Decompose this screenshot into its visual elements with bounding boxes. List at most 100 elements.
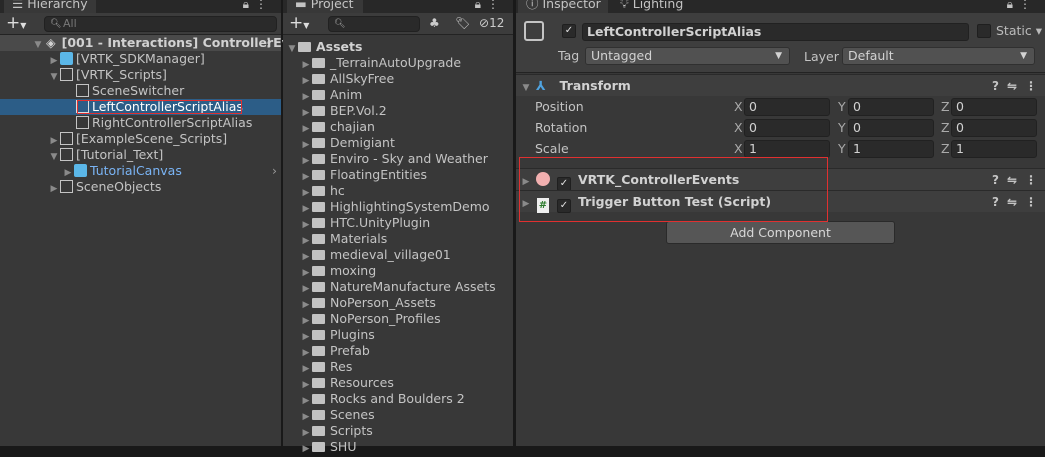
tab-inspector[interactable]: ⓘ Inspector [518,0,608,13]
project-folder[interactable]: ▶ HTC.UnityPlugin [283,215,513,231]
hierarchy-item[interactable]: ▶ SceneObjects [0,179,281,195]
axis-label-z: Z [941,120,950,135]
position-y-input[interactable]: 0 [848,98,934,116]
scale-x-input[interactable]: 1 [744,140,830,158]
layer-dropdown[interactable]: Default ▼ [842,47,1035,65]
active-checkbox[interactable]: ✓ [562,24,576,38]
filter-by-label-icon[interactable]: 🏷︎ [455,16,470,30]
add-component-button[interactable]: Add Component [666,221,895,244]
presets-icon[interactable]: ⇋ [1007,173,1017,187]
project-folder[interactable]: ▶ Materials [283,231,513,247]
folder-icon [312,330,325,340]
gameobject-icon[interactable] [524,21,544,41]
help-icon[interactable]: ? [992,195,999,209]
expand-arrow[interactable]: ▼ [520,77,532,99]
context-menu-icon[interactable]: ⋮ [1025,195,1037,209]
transform-header[interactable]: ▼ ⅄ Transform? ⇋ ⋮ [516,74,1045,96]
project-folder[interactable]: ▶ AllSkyFree [283,71,513,87]
folder-icon [312,154,325,164]
project-folder[interactable]: ▶ NatureManufacture Assets [283,279,513,295]
folder-icon [312,426,325,436]
create-button[interactable]: +▼ [289,13,309,36]
static-dropdown[interactable]: Static ▾ [996,22,1042,40]
project-folder[interactable]: ▶ Resources [283,375,513,391]
axis-label-x: X [734,120,743,135]
rotation-y-input[interactable]: 0 [848,119,934,137]
search-icon: 🔍︎ [50,19,62,29]
hierarchy-search-input[interactable]: 🔍︎ All [44,16,277,32]
lock-menu-icons[interactable]: 🔒︎⋮ [243,0,273,11]
project-folder[interactable]: ▶ Prefab [283,343,513,359]
highlight-box [77,100,242,114]
project-folder[interactable]: ▶ NoPerson_Assets [283,295,513,311]
context-menu-icon[interactable]: ⋮ [1025,173,1037,187]
static-checkbox[interactable] [977,24,991,38]
project-folder[interactable]: ▶ chajian [283,119,513,135]
gameobject-cube-icon [60,132,73,145]
project-folder[interactable]: ▶ Enviro - Sky and Weather [283,151,513,167]
assets-root[interactable]: ▼ Assets [283,39,513,55]
tab-hierarchy[interactable]: ☰ Hierarchy [4,0,96,13]
project-folder[interactable]: ▶ BEP.Vol.2 [283,103,513,119]
folder-icon [312,362,325,372]
context-menu-icon[interactable]: ⋮ [1025,79,1037,93]
project-folder[interactable]: ▶ Anim [283,87,513,103]
folder-icon [312,202,325,212]
scene-menu-icon[interactable]: ⋮ [263,35,276,51]
create-button[interactable]: +▼ [6,13,26,36]
folder-icon [312,58,325,68]
hierarchy-item[interactable]: ▶ TutorialCanvas › [0,163,281,179]
hierarchy-item-selected[interactable]: LeftControllerScriptAlias [0,99,281,115]
search-icon: 🔍︎ [334,19,346,29]
open-prefab-icon[interactable]: › [272,163,277,179]
hierarchy-item[interactable]: ▼ [Tutorial_Text] [0,147,281,163]
rotation-z-input[interactable]: 0 [951,119,1037,137]
project-folder[interactable]: ▶ Rocks and Boulders 2 [283,391,513,407]
presets-icon[interactable]: ⇋ [1007,79,1017,93]
folder-icon [312,122,325,132]
hierarchy-item[interactable]: SceneSwitcher [0,83,281,99]
project-panel: ▬ Project 🔒︎⋮ +▼ 🔍︎ ♣ 🏷︎ ⊘12 ▼ Assets ▶ _T… [283,0,513,454]
expand-arrow[interactable]: ▶ [48,181,60,197]
tag-dropdown[interactable]: Untagged ▼ [585,47,790,65]
axis-label-x: X [734,141,743,156]
project-folder[interactable]: ▶ hc [283,183,513,199]
project-folder[interactable]: ▶ medieval_village01 [283,247,513,263]
position-x-input[interactable]: 0 [744,98,830,116]
filter-by-type-icon[interactable]: ♣ [429,16,440,30]
tab-project[interactable]: ▬ Project [287,0,363,13]
project-folder[interactable]: ▶ Scenes [283,407,513,423]
scene-row[interactable]: ▼ ◈ [001 - Interactions] ControllerEve ⋮ [0,35,298,51]
hierarchy-item[interactable]: ▶ [VRTK_SDKManager] [0,51,281,67]
object-name-input[interactable]: LeftControllerScriptAlias [582,23,969,41]
rotation-x-input[interactable]: 0 [744,119,830,137]
folder-icon [312,378,325,388]
help-icon[interactable]: ? [992,173,999,187]
hidden-packages-toggle[interactable]: ⊘12 [479,16,504,30]
project-folder[interactable]: ▶ Res [283,359,513,375]
scale-z-input[interactable]: 1 [951,140,1037,158]
project-folder[interactable]: ▶ SHU [283,439,513,455]
project-folder[interactable]: ▶ moxing [283,263,513,279]
project-folder[interactable]: ▶ _TerrainAutoUpgrade [283,55,513,71]
inspector-tabbar: ⓘ Inspector 💡︎ Lighting 🔒︎⋮ [516,0,1045,13]
hierarchy-item[interactable]: ▶ [ExampleScene_Scripts] [0,131,281,147]
expand-arrow[interactable]: ▶ [300,441,312,457]
project-folder[interactable]: ▶ HighlightingSystemDemo [283,199,513,215]
presets-icon[interactable]: ⇋ [1007,195,1017,209]
axis-label-z: Z [941,99,950,114]
project-folder[interactable]: ▶ Scripts [283,423,513,439]
hierarchy-item[interactable]: ▼ [VRTK_Scripts] [0,67,281,83]
help-icon[interactable]: ? [992,79,999,93]
scale-y-input[interactable]: 1 [848,140,934,158]
position-z-input[interactable]: 0 [951,98,1037,116]
project-folder[interactable]: ▶ NoPerson_Profiles [283,311,513,327]
tab-lighting[interactable]: 💡︎ Lighting [612,0,693,13]
project-search-input[interactable]: 🔍︎ [328,16,420,32]
project-folder[interactable]: ▶ Plugins [283,327,513,343]
lock-menu-icons[interactable]: 🔒︎⋮ [1007,0,1037,11]
project-folder[interactable]: ▶ Demigiant [283,135,513,151]
project-folder[interactable]: ▶ FloatingEntities [283,167,513,183]
lock-menu-icons[interactable]: 🔒︎⋮ [475,0,505,11]
hierarchy-item[interactable]: RightControllerScriptAlias [0,115,281,131]
